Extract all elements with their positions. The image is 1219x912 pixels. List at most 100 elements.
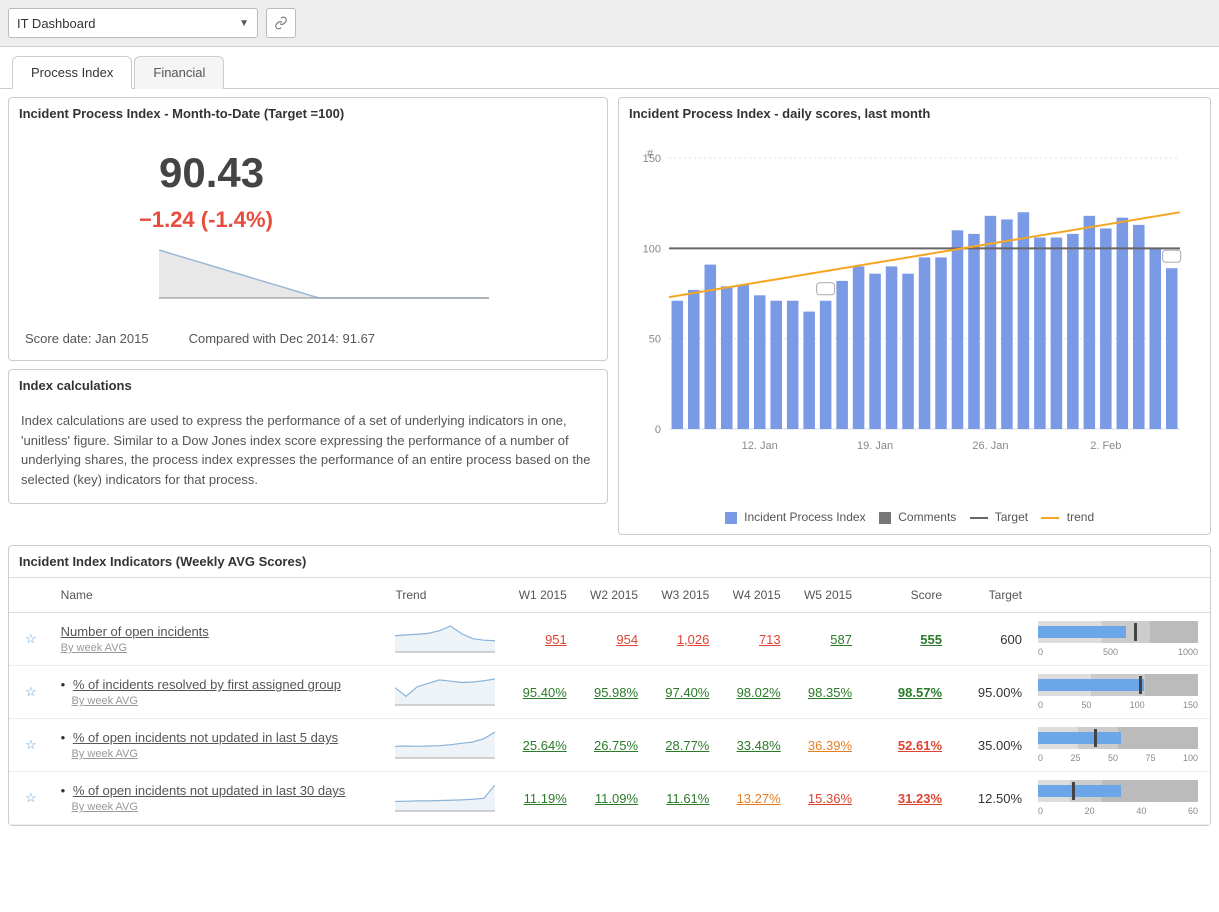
week-value[interactable]: 713 bbox=[759, 632, 781, 647]
desc-body: Index calculations are used to express t… bbox=[9, 401, 607, 503]
svg-text:#: # bbox=[647, 148, 654, 160]
daily-scores-chart[interactable]: 050100150#12. Jan19. Jan26. Jan2. Feb bbox=[629, 139, 1190, 499]
indicator-name[interactable]: % of incidents resolved by first assigne… bbox=[73, 677, 341, 692]
trend-sparkline bbox=[395, 675, 495, 707]
bullet-chart bbox=[1038, 780, 1198, 802]
bullet-dot: • bbox=[61, 783, 70, 798]
bullet-dot: • bbox=[61, 730, 70, 745]
target-value: 95.00% bbox=[978, 685, 1022, 700]
bullet-ticks: 0204060 bbox=[1038, 806, 1198, 816]
table-row: ☆ • % of open incidents not updated in la… bbox=[9, 772, 1210, 825]
week-value[interactable]: 95.98% bbox=[594, 685, 638, 700]
kpi-footer-right: Compared with Dec 2014: 91.67 bbox=[189, 331, 375, 346]
link-button[interactable] bbox=[266, 8, 296, 38]
bullet-ticks: 05001000 bbox=[1038, 647, 1198, 657]
desc-card: Index calculations Index calculations ar… bbox=[8, 369, 608, 504]
indicator-name[interactable]: % of open incidents not updated in last … bbox=[73, 783, 345, 798]
bullet-ticks: 050100150 bbox=[1038, 700, 1198, 710]
col-score[interactable]: Score bbox=[860, 578, 950, 613]
kpi-delta: −1.24 (-1.4%) bbox=[49, 207, 567, 233]
col-trend[interactable]: Trend bbox=[387, 578, 503, 613]
svg-text:100: 100 bbox=[643, 243, 661, 255]
week-value[interactable]: 11.61% bbox=[666, 791, 709, 806]
week-value[interactable]: 15.36% bbox=[808, 791, 852, 806]
col-w5[interactable]: W5 2015 bbox=[789, 578, 860, 613]
score-value[interactable]: 555 bbox=[920, 632, 942, 647]
table-row: ☆ Number of open incidents By week AVG 951 9… bbox=[9, 613, 1210, 666]
bullet-dot: • bbox=[61, 677, 70, 692]
week-value[interactable]: 26.75% bbox=[594, 738, 638, 753]
indicator-name[interactable]: % of open incidents not updated in last … bbox=[73, 730, 338, 745]
kpi-sparkline bbox=[49, 248, 567, 311]
week-value[interactable]: 33.48% bbox=[737, 738, 781, 753]
week-value[interactable]: 954 bbox=[616, 632, 638, 647]
col-w3[interactable]: W3 2015 bbox=[646, 578, 717, 613]
trend-sparkline bbox=[395, 781, 495, 813]
bullet-chart bbox=[1038, 674, 1198, 696]
indicator-sub[interactable]: By week AVG bbox=[61, 642, 127, 654]
trend-sparkline bbox=[395, 622, 495, 654]
legend-swatch-trend bbox=[1041, 517, 1059, 519]
week-value[interactable]: 1,026 bbox=[677, 632, 710, 647]
indicator-sub[interactable]: By week AVG bbox=[72, 801, 138, 813]
target-value: 35.00% bbox=[978, 738, 1022, 753]
chart-title: Incident Process Index - daily scores, l… bbox=[619, 98, 1210, 129]
svg-text:2. Feb: 2. Feb bbox=[1090, 440, 1121, 452]
week-value[interactable]: 28.77% bbox=[665, 738, 709, 753]
star-icon[interactable]: ☆ bbox=[17, 737, 45, 752]
week-value[interactable]: 951 bbox=[545, 632, 567, 647]
chart-card: Incident Process Index - daily scores, l… bbox=[618, 97, 1211, 535]
week-value[interactable]: 97.40% bbox=[665, 685, 709, 700]
chevron-down-icon: ▼ bbox=[239, 18, 249, 29]
link-icon bbox=[274, 16, 288, 30]
table-row: ☆ • % of incidents resolved by first assi… bbox=[9, 666, 1210, 719]
kpi-value: 90.43 bbox=[49, 149, 567, 197]
tab-financial[interactable]: Financial bbox=[134, 56, 224, 89]
top-bar: IT Dashboard ▼ bbox=[0, 0, 1219, 47]
indicators-title: Incident Index Indicators (Weekly AVG Sc… bbox=[9, 546, 1210, 578]
col-target[interactable]: Target bbox=[950, 578, 1030, 613]
legend-label: Comments bbox=[898, 510, 956, 524]
week-value[interactable]: 98.35% bbox=[808, 685, 852, 700]
svg-text:26. Jan: 26. Jan bbox=[972, 440, 1008, 452]
week-value[interactable]: 587 bbox=[830, 632, 852, 647]
week-value[interactable]: 25.64% bbox=[523, 738, 567, 753]
chart-legend: Incident Process Index Comments Target t… bbox=[629, 510, 1190, 524]
col-w1[interactable]: W1 2015 bbox=[503, 578, 574, 613]
kpi-title: Incident Process Index - Month-to-Date (… bbox=[9, 98, 607, 129]
week-value[interactable]: 95.40% bbox=[523, 685, 567, 700]
week-value[interactable]: 11.09% bbox=[595, 791, 638, 806]
col-name[interactable]: Name bbox=[53, 578, 388, 613]
star-icon[interactable]: ☆ bbox=[17, 684, 45, 699]
week-value[interactable]: 11.19% bbox=[524, 791, 567, 806]
tab-process-index[interactable]: Process Index bbox=[12, 56, 132, 89]
legend-swatch-target bbox=[970, 517, 988, 519]
col-w2[interactable]: W2 2015 bbox=[575, 578, 646, 613]
score-value[interactable]: 52.61% bbox=[898, 738, 942, 753]
week-value[interactable]: 98.02% bbox=[737, 685, 781, 700]
indicator-sub[interactable]: By week AVG bbox=[72, 695, 138, 707]
svg-text:19. Jan: 19. Jan bbox=[857, 440, 893, 452]
week-value[interactable]: 13.27% bbox=[737, 791, 781, 806]
score-value[interactable]: 31.23% bbox=[898, 791, 942, 806]
legend-swatch-bar bbox=[725, 512, 737, 524]
tab-label: Process Index bbox=[31, 65, 113, 80]
target-value: 12.50% bbox=[978, 791, 1022, 806]
indicator-sub[interactable]: By week AVG bbox=[72, 748, 138, 760]
table-row: ☆ • % of open incidents not updated in la… bbox=[9, 719, 1210, 772]
indicators-card: Incident Index Indicators (Weekly AVG Sc… bbox=[8, 545, 1211, 826]
tab-label: Financial bbox=[153, 65, 205, 80]
trend-sparkline bbox=[395, 728, 495, 760]
dashboard-selector-value: IT Dashboard bbox=[17, 16, 96, 31]
week-value[interactable]: 36.39% bbox=[808, 738, 852, 753]
dashboard-selector[interactable]: IT Dashboard ▼ bbox=[8, 8, 258, 38]
col-w4[interactable]: W4 2015 bbox=[717, 578, 788, 613]
score-value[interactable]: 98.57% bbox=[898, 685, 942, 700]
indicators-table: Name Trend W1 2015 W2 2015 W3 2015 W4 20… bbox=[9, 578, 1210, 825]
indicator-name[interactable]: Number of open incidents bbox=[61, 624, 209, 639]
target-value: 600 bbox=[1000, 632, 1022, 647]
legend-label: Incident Process Index bbox=[744, 510, 865, 524]
star-icon[interactable]: ☆ bbox=[17, 790, 45, 805]
star-icon[interactable]: ☆ bbox=[17, 631, 45, 646]
svg-text:0: 0 bbox=[655, 424, 661, 436]
